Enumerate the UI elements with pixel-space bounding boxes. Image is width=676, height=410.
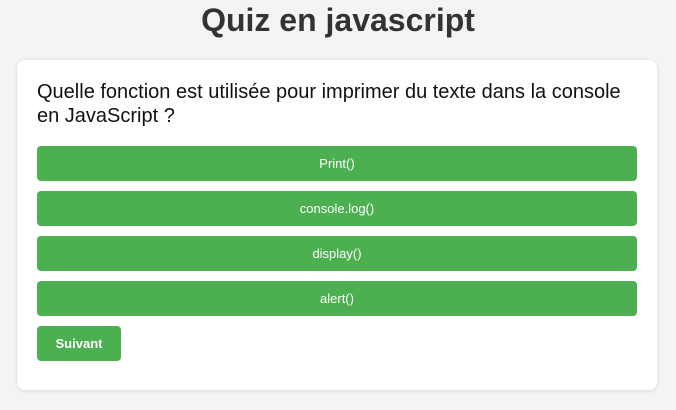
answer-list: Print() console.log() display() alert(): [37, 146, 637, 316]
page-title: Quiz en javascript: [201, 2, 475, 38]
quiz-card: Quelle fonction est utilisée pour imprim…: [17, 60, 657, 390]
answer-button-print[interactable]: Print(): [37, 146, 637, 181]
answer-button-display[interactable]: display(): [37, 236, 637, 271]
question-text: Quelle fonction est utilisée pour imprim…: [37, 81, 621, 127]
next-button[interactable]: Suivant: [37, 326, 121, 361]
answer-button-console-log[interactable]: console.log(): [37, 191, 637, 226]
answer-button-alert[interactable]: alert(): [37, 281, 637, 316]
